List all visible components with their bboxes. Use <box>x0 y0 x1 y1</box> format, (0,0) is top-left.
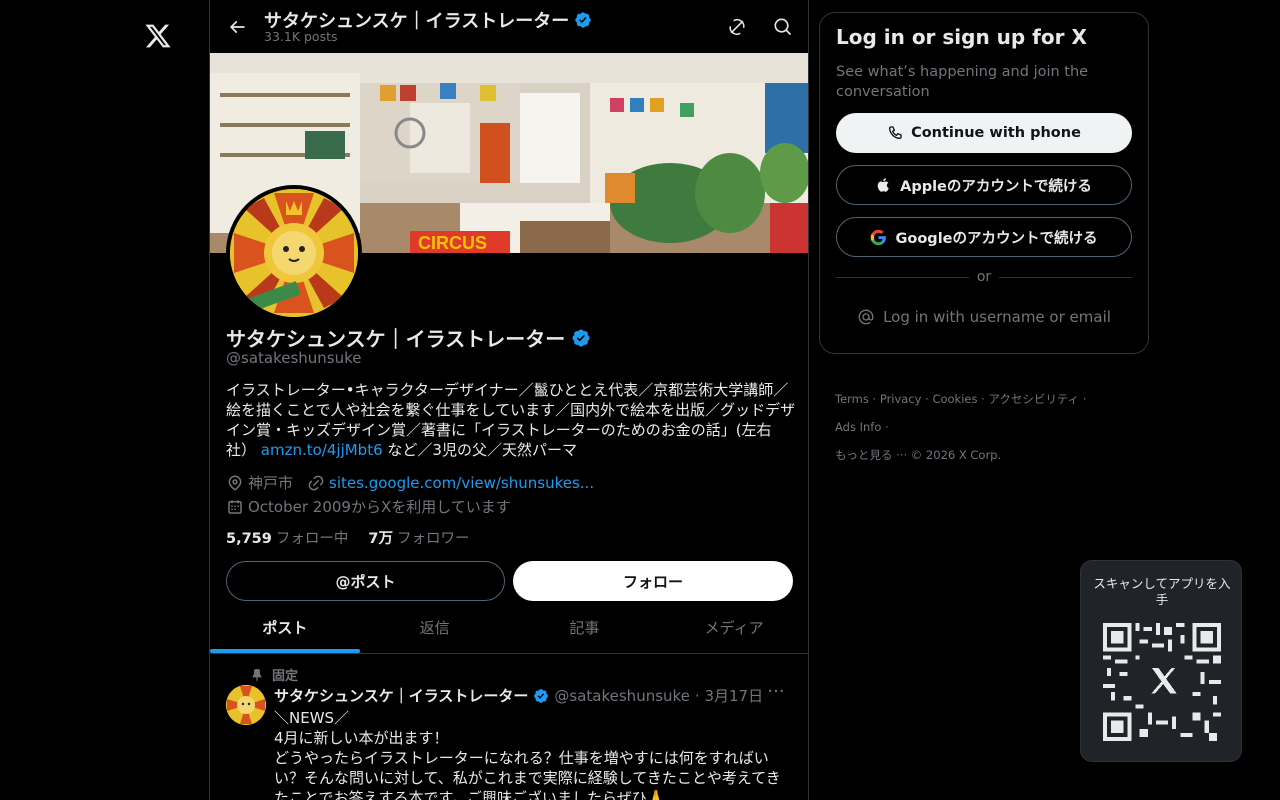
post-author-avatar[interactable] <box>226 685 266 725</box>
profile-location: 神戸市 <box>248 474 294 492</box>
post-author-handle[interactable]: @satakeshunsuke <box>554 687 690 705</box>
calendar-icon <box>228 499 242 514</box>
divider-line <box>836 276 969 278</box>
post-date[interactable]: · 3月17日 <box>695 685 763 706</box>
follow-button[interactable]: フォロー <box>513 561 793 601</box>
login-card: Log in or sign up for X See what’s happe… <box>819 12 1149 354</box>
profile-stats: 5,759 フォロー中 7万 フォロワー <box>226 527 469 548</box>
sidebar-footer: Terms · Privacy · Cookies · アクセシビリティ · A… <box>835 392 1087 462</box>
profile-name: サタケシュンスケ｜イラストレーター <box>226 323 591 352</box>
svg-text:CIRCUS: CIRCUS <box>418 233 487 253</box>
phone-icon <box>889 126 902 140</box>
profile-header-bar: サタケシュンスケ｜イラストレーター 33.1K posts <box>210 0 808 53</box>
post-author-name[interactable]: サタケシュンスケ｜イラストレーター <box>274 685 528 706</box>
pinned-indicator: 固定 <box>250 665 298 684</box>
footer-cookies-link[interactable]: Cookies <box>932 392 977 406</box>
app-qr-card[interactable]: スキャンしてアプリを入手 <box>1080 560 1242 762</box>
footer-privacy-link[interactable]: Privacy <box>880 392 922 406</box>
pin-icon <box>252 668 262 681</box>
grok-icon <box>729 19 745 35</box>
qr-label: スキャンしてアプリを入手 <box>1093 576 1231 607</box>
link-icon <box>308 475 324 490</box>
search-icon <box>774 18 792 36</box>
qr-code-icon <box>1103 623 1221 741</box>
continue-with-google-button[interactable]: Googleのアカウントで続ける <box>836 217 1132 257</box>
arrow-left-icon <box>229 20 245 34</box>
profile-avatar[interactable] <box>226 185 362 321</box>
login-title: Log in or sign up for X <box>836 25 1087 49</box>
footer-ads-link[interactable]: Ads Info <box>835 420 881 434</box>
verified-badge-icon <box>575 12 591 28</box>
post-header: サタケシュンスケ｜イラストレーター @satakeshunsuke · 3月17… <box>274 685 763 706</box>
footer-accessibility-link[interactable]: アクセシビリティ <box>988 392 1079 406</box>
login-username-button[interactable]: Log in with username or email <box>836 305 1132 329</box>
at-sign-icon <box>858 309 874 325</box>
grok-button[interactable] <box>723 13 751 41</box>
footer-terms-link[interactable]: Terms <box>835 392 869 406</box>
tab-posts[interactable]: ポスト <box>210 602 360 653</box>
search-button[interactable] <box>769 13 797 41</box>
tab-replies[interactable]: 返信 <box>360 602 510 653</box>
continue-with-phone-button[interactable]: Continue with phone <box>836 113 1132 153</box>
tab-media[interactable]: メディア <box>659 602 808 653</box>
or-divider: or <box>836 268 1133 286</box>
profile-joined-row: October 2009からXを利用しています <box>226 496 511 517</box>
location-pin-icon <box>228 475 242 491</box>
divider-line <box>999 276 1133 278</box>
post-mention-button[interactable]: @ポスト <box>226 561 505 601</box>
login-subtitle: See what’s happening and join the conver… <box>836 64 1089 100</box>
bio-link[interactable]: amzn.to/4jjMbt6 <box>261 441 383 459</box>
post-more-icon[interactable]: ··· <box>766 683 786 704</box>
header-post-count: 33.1K posts <box>264 29 338 44</box>
profile-column: CIRCUS サタケシュンスケ｜イラストレーター 33.1K posts サタケ… <box>209 0 809 800</box>
x-logo-icon[interactable] <box>144 22 172 50</box>
continue-with-apple-button[interactable]: Appleのアカウントで続ける <box>836 165 1132 205</box>
post-text[interactable]: ＼NEWS／ 4月に新しい本が出ます！ どうやったらイラストレーターになれる？仕… <box>274 708 789 800</box>
verified-badge-icon <box>534 688 549 703</box>
profile-meta-row: 神戸市 sites.google.com/view/shunsukes... <box>226 472 594 493</box>
page: CIRCUS サタケシュンスケ｜イラストレーター 33.1K posts サタケ… <box>0 0 1280 800</box>
profile-bio: イラストレーター•キャラクターデザイナー／鬣ひととえ代表／京都芸術大学講師／絵を… <box>226 381 796 459</box>
profile-joined: October 2009からXを利用しています <box>248 498 511 516</box>
profile-handle: @satakeshunsuke <box>226 349 362 367</box>
back-button[interactable] <box>222 12 252 42</box>
apple-icon <box>877 178 889 192</box>
followers-stat[interactable]: 7万 フォロワー <box>368 527 469 548</box>
profile-tabs: ポスト 返信 記事 メディア <box>210 602 808 654</box>
google-icon <box>871 229 887 245</box>
footer-copyright: © 2026 X Corp. <box>910 448 1002 462</box>
profile-website-link[interactable]: sites.google.com/view/shunsukes... <box>329 474 594 492</box>
tab-articles[interactable]: 記事 <box>510 602 660 653</box>
verified-badge-icon[interactable] <box>571 328 591 348</box>
footer-more-link[interactable]: もっと見る ··· <box>835 448 907 462</box>
following-stat[interactable]: 5,759 フォロー中 <box>226 527 348 548</box>
